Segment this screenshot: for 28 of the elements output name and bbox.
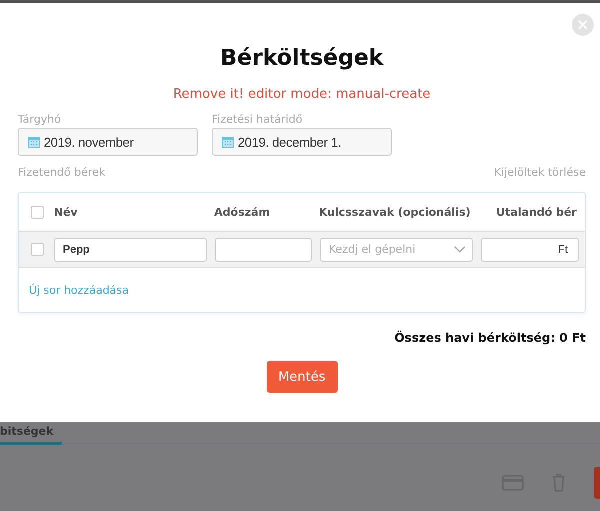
calendar-icon xyxy=(28,136,40,148)
close-button[interactable] xyxy=(572,14,594,36)
name-field[interactable]: Pepp xyxy=(54,238,207,262)
calendar-icon xyxy=(222,136,234,148)
section-label: Fizetendő bérek xyxy=(18,166,106,180)
save-button[interactable]: Mentés xyxy=(266,361,338,393)
amount-field[interactable]: Ft xyxy=(481,238,579,262)
checkbox[interactable] xyxy=(31,243,44,256)
checkbox[interactable] xyxy=(31,206,44,218)
close-icon xyxy=(578,20,588,30)
field-label: Fizetési határidő xyxy=(212,113,304,127)
keywords-dropdown[interactable]: Kezdj el gépelni xyxy=(320,238,473,262)
column-header: Kulcsszavak (opcionális) xyxy=(319,206,472,218)
clear-selected-link[interactable]: Kijelöltek törlése xyxy=(494,166,586,180)
add-row-link[interactable]: Új sor hozzáadása xyxy=(29,284,130,296)
column-header: Név xyxy=(54,206,79,218)
tax-number-field[interactable] xyxy=(215,238,312,262)
field-label: Tárgyhó xyxy=(18,113,62,127)
modal-title: Bérköltségek xyxy=(220,45,384,73)
chevron-down-icon xyxy=(454,246,466,253)
date-field[interactable]: 2019. november xyxy=(18,128,198,156)
notice-text: Remove it! editor mode: manual-create xyxy=(172,87,432,103)
column-header: Utalandó bér xyxy=(495,206,577,218)
date-field[interactable]: 2019. december 1. xyxy=(212,128,392,156)
tab[interactable]: bitségek xyxy=(0,422,62,445)
action-button[interactable] xyxy=(594,467,600,499)
column-header: Adószám xyxy=(214,206,272,218)
total-text: Összes havi bérköltség: 0 Ft xyxy=(394,331,586,345)
